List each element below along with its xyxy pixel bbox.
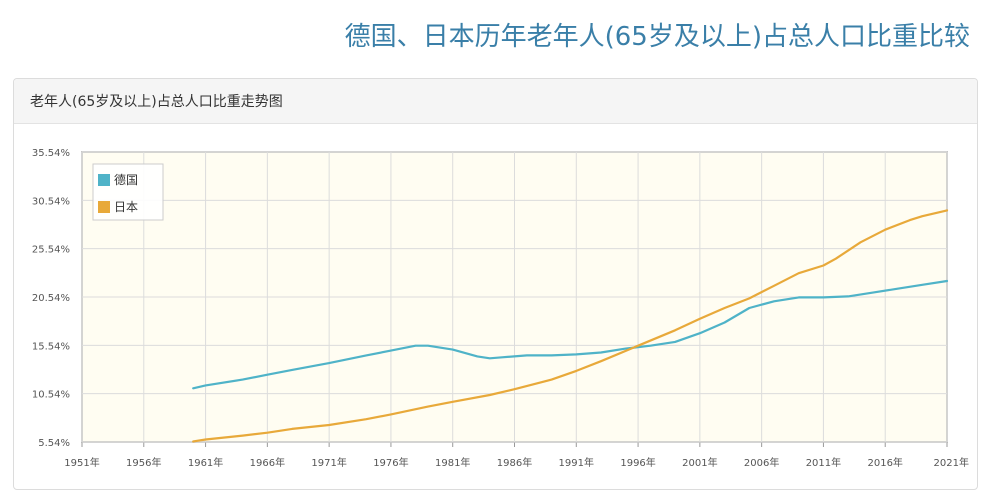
x-tick-label: 1966年 — [250, 456, 285, 469]
x-tick-label: 1981年 — [435, 456, 470, 469]
x-axis-ticks: 1951年 1956年 1961年 1966年 1971年 1976年 1981年 1986年… — [64, 456, 969, 469]
y-tick-label: 30.54% — [32, 196, 70, 207]
y-tick-label: 35.54% — [32, 148, 70, 159]
x-tick-label: 2006年 — [744, 456, 779, 469]
y-tick-label: 10.54% — [32, 390, 70, 401]
x-tick-label: 2021年 — [934, 456, 969, 469]
legend-label-japan: 日本 — [114, 200, 138, 214]
x-tick-label: 1996年 — [620, 456, 655, 469]
legend-label-germany: 德国 — [114, 172, 138, 187]
x-tick-label: 2001年 — [682, 456, 717, 469]
x-tick-label: 1961年 — [188, 456, 223, 469]
y-axis-ticks: 35.54% 30.54% 25.54% 20.54% 15.54% 10.54% 5.54… — [32, 148, 70, 449]
x-tick-label: 1951年 — [64, 456, 99, 469]
x-tick-label: 2016年 — [867, 456, 902, 469]
line-chart: 35.54% 30.54% 25.54% 20.54% 15.54% 10.54% 5.54… — [32, 148, 969, 469]
x-tick-label: 1956年 — [126, 456, 161, 469]
y-tick-label: 15.54% — [32, 341, 70, 352]
x-tick-label: 1976年 — [373, 456, 408, 469]
legend-swatch-japan — [98, 201, 110, 213]
x-tick-label: 1991年 — [559, 456, 594, 469]
legend-swatch-germany — [98, 174, 110, 186]
legend: 德国 日本 — [92, 163, 164, 221]
x-tick-label: 1986年 — [497, 456, 532, 469]
y-tick-label: 5.54% — [38, 438, 70, 449]
y-tick-label: 25.54% — [32, 245, 70, 256]
x-tick-label: 1971年 — [311, 456, 346, 469]
y-tick-label: 20.54% — [32, 293, 70, 304]
x-tick-label: 2011年 — [806, 456, 841, 469]
